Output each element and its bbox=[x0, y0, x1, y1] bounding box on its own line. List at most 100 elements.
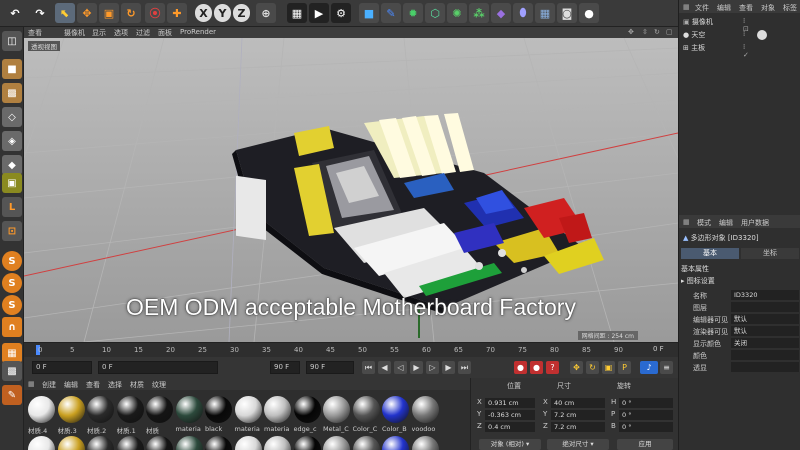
material-swatch[interactable] bbox=[116, 436, 144, 450]
render-region-icon[interactable]: ▦ bbox=[287, 3, 307, 23]
move-tool-icon[interactable]: ✥ bbox=[77, 3, 97, 23]
timeline-menu-icon[interactable]: ≡ bbox=[660, 361, 673, 374]
viewport-rotate-icon[interactable]: ↻ bbox=[654, 28, 660, 36]
make-editable-icon[interactable]: ◫ bbox=[2, 31, 22, 51]
size-field[interactable]: 7.2 cm bbox=[551, 422, 605, 432]
sound-icon[interactable]: ♪ bbox=[640, 361, 658, 374]
material-swatch[interactable] bbox=[323, 436, 350, 450]
live-select-icon[interactable]: ⦿ bbox=[145, 3, 165, 23]
axis-mode-icon[interactable]: ▣ bbox=[2, 173, 22, 193]
property-value[interactable] bbox=[731, 362, 799, 372]
material-swatch[interactable] bbox=[411, 396, 439, 423]
material-swatch[interactable] bbox=[87, 396, 114, 423]
size-field[interactable]: 40 cm bbox=[551, 398, 605, 408]
add-icon[interactable]: ✚ bbox=[167, 3, 187, 23]
material-menu-view[interactable]: 查看 bbox=[86, 380, 100, 390]
visibility-icon[interactable]: ⁞ bbox=[743, 30, 745, 38]
material-menu-texture[interactable]: 纹理 bbox=[152, 380, 166, 390]
checker-icon[interactable]: ▩ bbox=[2, 361, 22, 381]
keyframe-selection-icon[interactable]: ? bbox=[546, 361, 559, 374]
rotate-tool-icon[interactable]: ↻ bbox=[121, 3, 141, 23]
render-settings-icon[interactable]: ⚙ bbox=[331, 3, 351, 23]
object-menu-file[interactable]: 文件 bbox=[695, 3, 709, 13]
edges-mode-icon[interactable]: ◈ bbox=[2, 131, 22, 151]
cube-icon[interactable]: ■ bbox=[359, 3, 379, 23]
rotation-field[interactable]: 0 ° bbox=[619, 410, 673, 420]
viewport-menu-prorender[interactable]: ProRender bbox=[180, 28, 216, 36]
goto-end-icon[interactable]: ⏭ bbox=[458, 361, 471, 374]
attribute-menu-mode[interactable]: 模式 bbox=[697, 218, 711, 228]
material-menu-material[interactable]: 材质 bbox=[130, 380, 144, 390]
property-value[interactable]: ID3320 bbox=[731, 290, 799, 300]
property-value[interactable] bbox=[731, 350, 799, 360]
paint-icon[interactable]: ✎ bbox=[2, 385, 22, 405]
property-value[interactable]: 默认 bbox=[731, 314, 799, 324]
axis-z-button[interactable]: Z bbox=[233, 4, 250, 22]
material-swatch[interactable] bbox=[411, 436, 439, 450]
material-swatch[interactable] bbox=[57, 396, 85, 423]
attribute-menu-userdata[interactable]: 用户数据 bbox=[741, 218, 769, 228]
object-menu-tags[interactable]: 标签 bbox=[783, 3, 797, 13]
material-swatch[interactable] bbox=[382, 436, 409, 450]
material-menu-select[interactable]: 选择 bbox=[108, 380, 122, 390]
material-grid-icon[interactable]: ▦ bbox=[28, 380, 35, 388]
object-row-sky[interactable]: ● 天空 ⁞ bbox=[683, 30, 767, 41]
apply-button[interactable]: 应用 bbox=[617, 439, 673, 450]
model-mode-icon[interactable]: ■ bbox=[2, 59, 22, 79]
next-frame-icon[interactable]: ▷ bbox=[426, 361, 439, 374]
solo-off-icon[interactable]: S bbox=[2, 251, 22, 271]
material-swatch[interactable] bbox=[234, 436, 262, 450]
start-frame-field[interactable]: 0 F bbox=[32, 361, 92, 374]
material-swatch[interactable] bbox=[352, 396, 380, 423]
tab-basic[interactable]: 基本 bbox=[681, 248, 739, 259]
axis-x-button[interactable]: X bbox=[195, 4, 212, 22]
property-value[interactable] bbox=[731, 302, 799, 312]
object-menu-edit[interactable]: 编辑 bbox=[717, 3, 731, 13]
undo-icon[interactable]: ↶ bbox=[4, 3, 26, 23]
material-swatch[interactable] bbox=[28, 396, 55, 423]
material-swatch[interactable] bbox=[146, 436, 173, 450]
axis-y-button[interactable]: Y bbox=[214, 4, 231, 22]
bend-icon[interactable]: ⬮ bbox=[513, 3, 533, 23]
material-menu-create[interactable]: 创建 bbox=[42, 380, 56, 390]
key-scale-icon[interactable]: ▣ bbox=[602, 361, 615, 374]
viewport-maximize-icon[interactable]: ▢ bbox=[666, 28, 673, 36]
snap-icon[interactable]: ⊡ bbox=[2, 221, 22, 241]
coord-mode-select[interactable]: 对象 (相对) ▾ bbox=[479, 439, 541, 450]
material-swatch[interactable] bbox=[293, 436, 321, 450]
object-menu-view[interactable]: 查看 bbox=[739, 3, 753, 13]
material-swatch[interactable] bbox=[205, 396, 232, 423]
next-key-icon[interactable]: ▶ bbox=[442, 361, 455, 374]
workplane-icon[interactable]: L bbox=[2, 197, 22, 217]
material-swatch[interactable] bbox=[175, 396, 203, 423]
polygons-mode-icon[interactable]: ◆ bbox=[2, 155, 22, 175]
viewport-move-icon[interactable]: ✥ bbox=[628, 28, 634, 36]
attribute-grid-icon[interactable]: ▦ bbox=[683, 218, 690, 226]
key-position-icon[interactable]: ✥ bbox=[570, 361, 583, 374]
position-field[interactable]: -0.363 cm bbox=[485, 410, 535, 420]
material-swatch[interactable] bbox=[382, 396, 409, 423]
goto-start-icon[interactable]: ⏮ bbox=[362, 361, 375, 374]
world-coords-icon[interactable]: ⊕ bbox=[256, 3, 276, 23]
prev-frame-icon[interactable]: ◁ bbox=[394, 361, 407, 374]
material-swatch[interactable] bbox=[87, 436, 114, 450]
texture-mode-icon[interactable]: ▩ bbox=[2, 83, 22, 103]
pen-icon[interactable]: ✎ bbox=[381, 3, 401, 23]
viewport-zoom-icon[interactable]: ⇳ bbox=[642, 28, 648, 36]
viewport-menu-panel[interactable]: 面板 bbox=[158, 28, 172, 38]
material-swatch[interactable] bbox=[264, 396, 291, 423]
visibility-icon[interactable]: ⁞ ✓ bbox=[743, 43, 749, 59]
material-swatch[interactable] bbox=[28, 436, 55, 450]
prev-key-icon[interactable]: ◀ bbox=[378, 361, 391, 374]
material-swatch[interactable] bbox=[352, 436, 380, 450]
key-rotation-icon[interactable]: ↻ bbox=[586, 361, 599, 374]
mograph-icon[interactable]: ✺ bbox=[447, 3, 467, 23]
material-swatch[interactable] bbox=[57, 436, 85, 450]
section-icon-settings[interactable]: ▸ 图标设置 bbox=[681, 276, 715, 286]
floor-icon[interactable]: ▦ bbox=[535, 3, 555, 23]
viewport-menu-filter[interactable]: 过滤 bbox=[136, 28, 150, 38]
select-tool-icon[interactable]: ⬉ bbox=[55, 3, 75, 23]
perspective-viewport[interactable]: 透视视图 OEM ODM acceptable Motherboard Fact… bbox=[24, 38, 678, 342]
rotation-field[interactable]: 0 ° bbox=[619, 422, 673, 432]
light-icon[interactable]: ● bbox=[579, 3, 599, 23]
